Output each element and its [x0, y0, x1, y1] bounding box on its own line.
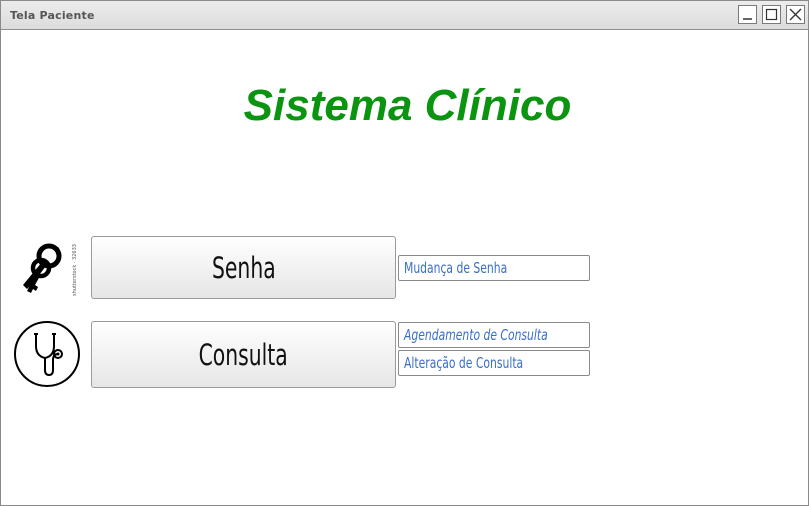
senha-button-label: Senha [211, 250, 276, 285]
consulta-button[interactable]: Consulta [91, 321, 396, 388]
keys-icon [23, 243, 62, 293]
maximize-icon [765, 8, 778, 21]
minimize-icon [743, 18, 752, 20]
mudanca-senha-link[interactable]: Mudança de Senha [398, 255, 590, 281]
alteracao-consulta-link[interactable]: Alteração de Consulta [398, 350, 590, 376]
stethoscope-icon [14, 321, 80, 387]
title-bar[interactable]: Tela Paciente [1, 1, 808, 30]
maximize-button[interactable] [762, 5, 781, 24]
icon-caption: shutterstock · 326334245 [72, 244, 78, 296]
consulta-button-label: Consulta [198, 337, 289, 372]
window-title: Tela Paciente [10, 9, 95, 22]
minimize-button[interactable] [738, 5, 757, 24]
agendamento-consulta-link[interactable]: Agendamento de Consulta [398, 322, 590, 348]
senha-button[interactable]: Senha [91, 236, 396, 299]
close-icon [789, 8, 802, 21]
app-window: Tela Paciente Sistema Clínico shuttersto… [0, 0, 809, 506]
page-title: Sistema Clínico [243, 81, 572, 130]
close-button[interactable] [786, 5, 805, 24]
